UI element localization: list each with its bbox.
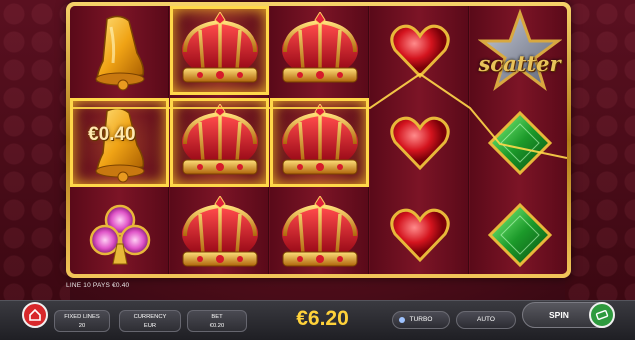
symbol-crown (270, 190, 369, 274)
symbol-heart (370, 98, 469, 187)
symbol-bell (70, 6, 169, 95)
home-button[interactable] (22, 302, 48, 328)
spin-label: SPIN (549, 310, 569, 320)
win-info-text: LINE 10 PAYS €0.40 (66, 282, 130, 289)
symbol-crown-win (270, 98, 369, 187)
auto-button[interactable]: AUTO (456, 311, 516, 329)
turbo-label: TURBO (409, 316, 433, 323)
fixed-lines-panel: FIXED LINES 20 (54, 310, 110, 332)
bet-label: BET (211, 314, 223, 320)
reel-area: €0.40 scatter (70, 6, 567, 274)
side-pattern-left (0, 0, 70, 300)
currency-label: CURRENCY (133, 314, 167, 320)
symbol-crown-win (170, 6, 269, 95)
home-icon (29, 308, 41, 321)
symbol-heart (370, 190, 469, 274)
fixed-lines-label: FIXED LINES (64, 314, 100, 320)
symbol-emerald (470, 98, 567, 187)
symbol-crown-win (170, 98, 269, 187)
cash-icon (595, 310, 609, 320)
reel-frame: €0.40 scatter (66, 2, 571, 278)
currency-value: EUR (143, 323, 157, 329)
bet-value: €0.20 (209, 323, 225, 329)
turbo-toggle[interactable]: TURBO (392, 311, 450, 329)
side-pattern-right (565, 0, 635, 300)
auto-label: AUTO (477, 316, 495, 323)
bet-panel[interactable]: BET €0.20 (187, 310, 247, 332)
symbol-emerald (470, 190, 567, 274)
win-amount-label: €0.40 (88, 124, 136, 145)
balance-value: €6.20 (296, 307, 349, 330)
symbol-clover (70, 190, 169, 274)
currency-panel[interactable]: CURRENCY EUR (119, 310, 181, 332)
symbol-crown (270, 6, 369, 95)
fixed-lines-value: 20 (78, 323, 86, 329)
spin-icon-button[interactable] (589, 302, 615, 328)
symbol-crown (170, 190, 269, 274)
turbo-toggle-dot (399, 317, 405, 323)
scatter-label: scatter (478, 51, 561, 76)
symbol-heart (370, 6, 469, 95)
